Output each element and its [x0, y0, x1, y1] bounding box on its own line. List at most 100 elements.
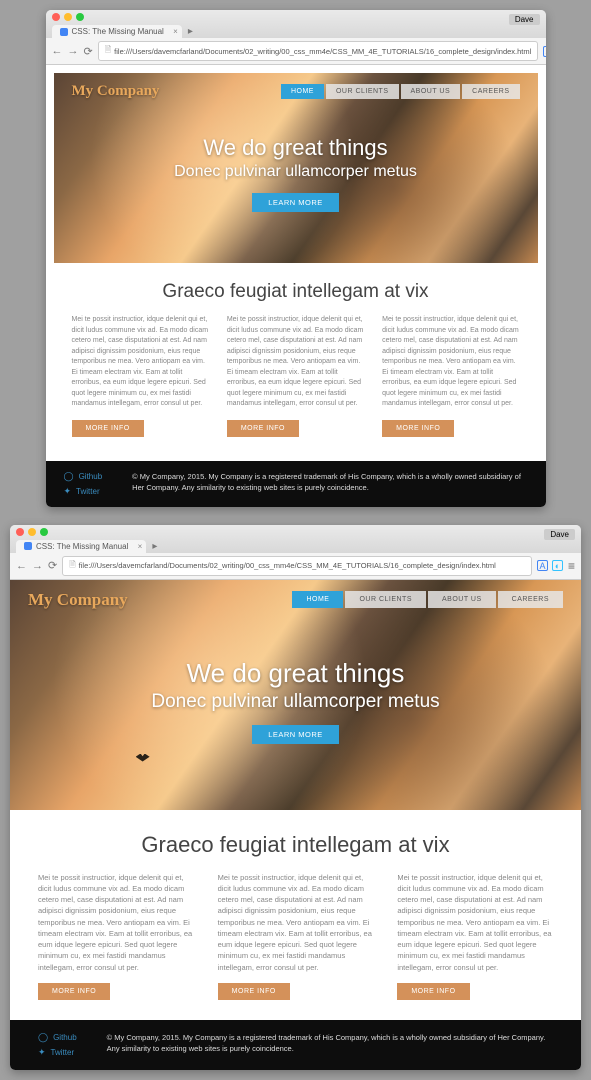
tab-strip: CSS: The Missing Manual × ▸ — [16, 540, 575, 553]
column-text: Mei te possit instructior, idque delenit… — [382, 315, 519, 410]
nav-about-us[interactable]: ABOUT US — [401, 84, 461, 99]
hero-section: My Company HOME OUR CLIENTS ABOUT US CAR… — [10, 580, 581, 810]
back-icon[interactable]: ← — [16, 560, 27, 572]
column-text: Mei te possit instructior, idque delenit… — [227, 315, 364, 410]
column-3: Mei te possit instructior, idque delenit… — [382, 315, 519, 437]
minimize-window-icon[interactable] — [28, 528, 36, 536]
nav-careers[interactable]: CAREERS — [462, 84, 519, 99]
back-icon[interactable]: ← — [52, 45, 63, 57]
forward-icon[interactable]: → — [32, 560, 43, 572]
reload-icon[interactable]: ⟳ — [48, 559, 57, 572]
columns: Mei te possit instructior, idque delenit… — [54, 315, 538, 453]
maximize-window-icon[interactable] — [40, 528, 48, 536]
url-text: file:///Users/davemcfarland/Documents/02… — [114, 47, 531, 56]
column-2: Mei te possit instructior, idque delenit… — [227, 315, 364, 437]
url-text: file:///Users/davemcfarland/Documents/02… — [79, 561, 496, 570]
close-window-icon[interactable] — [52, 13, 60, 21]
browser-tab[interactable]: CSS: The Missing Manual × — [16, 540, 146, 553]
viewport: My Company HOME OUR CLIENTS ABOUT US CAR… — [46, 65, 546, 507]
twitter-label: Twitter — [76, 487, 100, 496]
hamburger-icon[interactable]: ≡ — [568, 559, 575, 573]
tab-title: CSS: The Missing Manual — [36, 542, 128, 551]
hero-content: We do great things Donec pulvinar ullamc… — [72, 135, 520, 212]
nav-our-clients[interactable]: OUR CLIENTS — [326, 84, 399, 99]
browser-window-small: Dave CSS: The Missing Manual × ▸ ← → ⟳ 🗎… — [46, 10, 546, 507]
column-text: Mei te possit instructior, idque delenit… — [218, 872, 374, 973]
close-tab-icon[interactable]: × — [138, 542, 143, 551]
favicon-icon — [60, 28, 68, 36]
browser-chrome: Dave CSS: The Missing Manual × ▸ — [46, 10, 546, 38]
extension-icon-2[interactable]: ◐ — [552, 560, 563, 571]
twitter-icon: ✦ — [64, 486, 72, 497]
github-link[interactable]: ◯ Github — [64, 471, 103, 482]
maximize-window-icon[interactable] — [76, 13, 84, 21]
url-field[interactable]: 🗎 file:///Users/davemcfarland/Documents/… — [98, 41, 539, 61]
hero-headline: We do great things — [72, 135, 520, 161]
more-info-button[interactable]: MORE INFO — [382, 420, 454, 437]
user-badge[interactable]: Dave — [544, 529, 575, 540]
footer: ◯ Github ✦ Twitter © My Company, 2015. M… — [10, 1020, 581, 1070]
github-icon: ◯ — [38, 1032, 48, 1043]
twitter-link[interactable]: ✦ Twitter — [38, 1047, 77, 1058]
nav-home[interactable]: HOME — [292, 591, 343, 608]
github-icon: ◯ — [64, 471, 74, 482]
github-label: Github — [53, 1033, 77, 1042]
bird-icon — [136, 754, 150, 764]
file-icon: 🗎 — [105, 44, 111, 58]
favicon-icon — [24, 542, 32, 550]
file-icon: 🗎 — [69, 559, 75, 573]
nav-about-us[interactable]: ABOUT US — [428, 591, 496, 608]
column-text: Mei te possit instructior, idque delenit… — [38, 872, 194, 973]
close-window-icon[interactable] — [16, 528, 24, 536]
column-2: Mei te possit instructior, idque delenit… — [218, 872, 374, 1000]
browser-tab[interactable]: CSS: The Missing Manual × — [52, 25, 182, 38]
extension-icon-1[interactable]: A — [537, 560, 548, 571]
nav-our-clients[interactable]: OUR CLIENTS — [345, 591, 426, 608]
window-controls — [16, 528, 575, 538]
tab-title: CSS: The Missing Manual — [72, 27, 164, 36]
twitter-label: Twitter — [51, 1048, 75, 1057]
minimize-window-icon[interactable] — [64, 13, 72, 21]
column-3: Mei te possit instructior, idque delenit… — [397, 872, 553, 1000]
logo[interactable]: My Company — [28, 590, 128, 610]
more-info-button[interactable]: MORE INFO — [397, 983, 469, 1000]
footer: ◯ Github ✦ Twitter © My Company, 2015. M… — [46, 461, 546, 507]
social-links: ◯ Github ✦ Twitter — [64, 471, 103, 497]
hero-section: My Company HOME OUR CLIENTS ABOUT US CAR… — [54, 73, 538, 263]
social-links: ◯ Github ✦ Twitter — [38, 1032, 77, 1058]
learn-more-button[interactable]: LEARN MORE — [252, 725, 339, 744]
more-info-button[interactable]: MORE INFO — [227, 420, 299, 437]
new-tab-icon[interactable]: ▸ — [146, 541, 163, 552]
forward-icon[interactable]: → — [68, 45, 79, 57]
more-info-button[interactable]: MORE INFO — [72, 420, 144, 437]
hero-subhead: Donec pulvinar ullamcorper metus — [72, 163, 520, 181]
browser-window-large: Dave CSS: The Missing Manual × ▸ ← → ⟳ 🗎… — [10, 525, 581, 1070]
column-text: Mei te possit instructior, idque delenit… — [72, 315, 209, 410]
nav-careers[interactable]: CAREERS — [498, 591, 563, 608]
github-link[interactable]: ◯ Github — [38, 1032, 77, 1043]
learn-more-button[interactable]: LEARN MORE — [252, 193, 339, 212]
reload-icon[interactable]: ⟳ — [84, 45, 93, 58]
hero-content: We do great things Donec pulvinar ullamc… — [28, 658, 563, 744]
more-info-button[interactable]: MORE INFO — [218, 983, 290, 1000]
url-field[interactable]: 🗎 file:///Users/davemcfarland/Documents/… — [62, 556, 532, 576]
new-tab-icon[interactable]: ▸ — [182, 26, 199, 37]
extension-icon-1[interactable]: A — [543, 46, 545, 57]
copyright-text: © My Company, 2015. My Company is a regi… — [132, 471, 527, 494]
extension-icons: A ◐ — [537, 560, 563, 571]
tab-strip: CSS: The Missing Manual × ▸ — [52, 25, 540, 38]
twitter-icon: ✦ — [38, 1047, 46, 1058]
more-info-button[interactable]: MORE INFO — [38, 983, 110, 1000]
column-1: Mei te possit instructior, idque delenit… — [72, 315, 209, 437]
user-badge[interactable]: Dave — [509, 14, 540, 25]
viewport: My Company HOME OUR CLIENTS ABOUT US CAR… — [10, 580, 581, 1070]
section-title: Graeco feugiat intellegam at vix — [10, 832, 581, 858]
address-bar: ← → ⟳ 🗎 file:///Users/davemcfarland/Docu… — [10, 553, 581, 580]
main-nav: HOME OUR CLIENTS ABOUT US CAREERS — [292, 591, 563, 608]
address-bar: ← → ⟳ 🗎 file:///Users/davemcfarland/Docu… — [46, 38, 546, 65]
close-tab-icon[interactable]: × — [173, 27, 178, 36]
nav-home[interactable]: HOME — [281, 84, 324, 99]
logo[interactable]: My Company — [72, 83, 160, 100]
twitter-link[interactable]: ✦ Twitter — [64, 486, 103, 497]
columns: Mei te possit instructior, idque delenit… — [10, 872, 581, 1020]
